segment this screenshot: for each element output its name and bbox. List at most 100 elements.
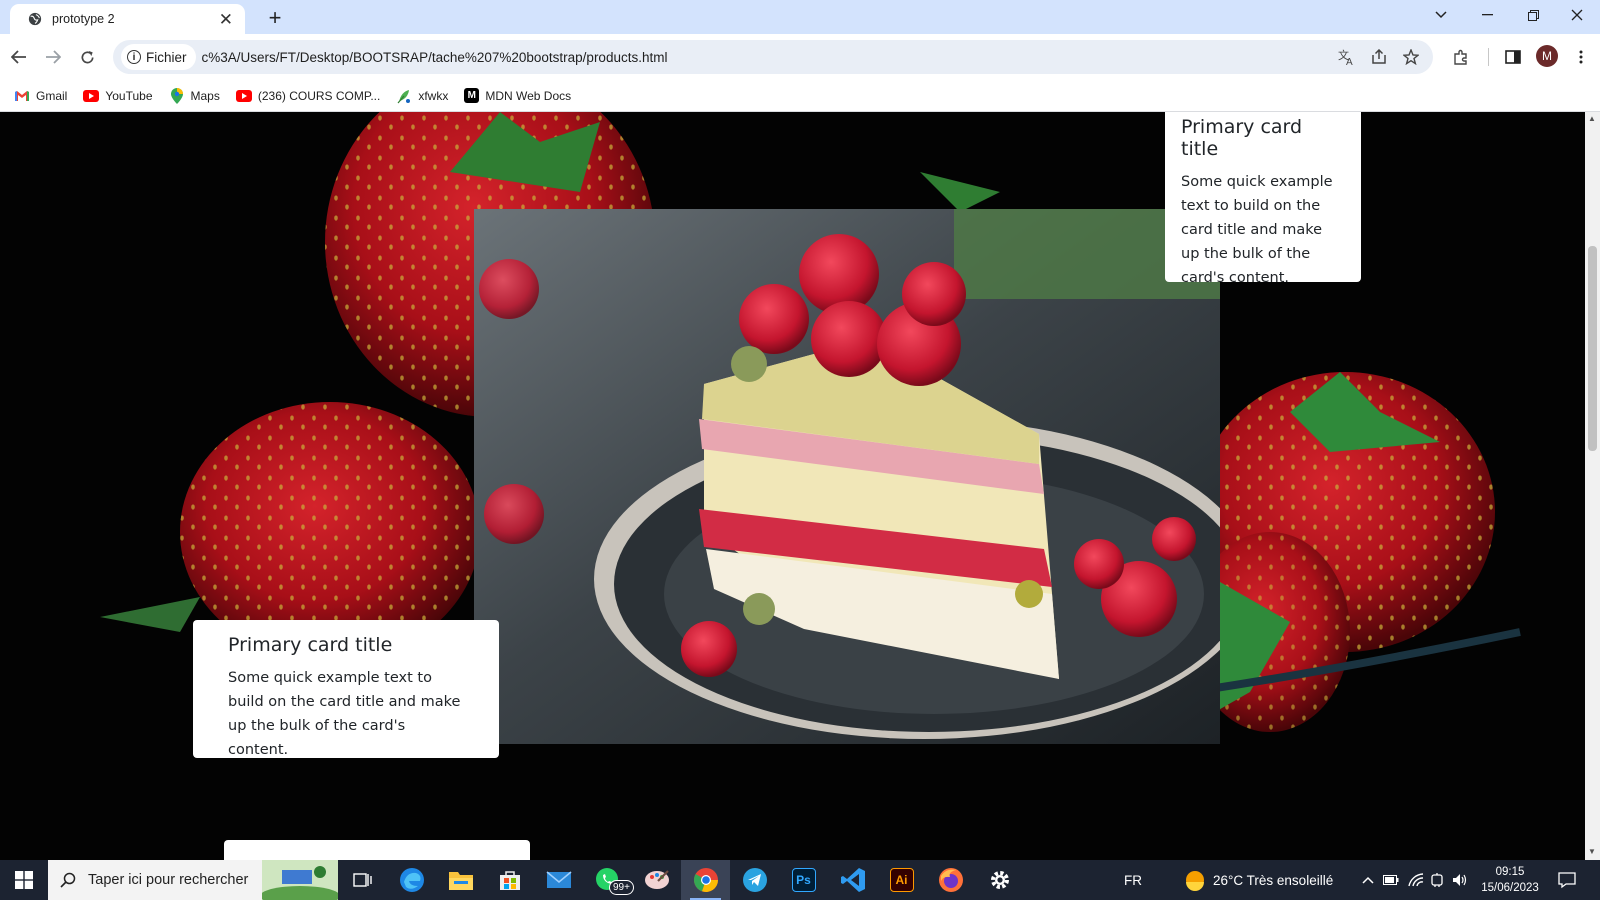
bookmark-cours[interactable]: (236) COURS COMP... xyxy=(235,88,381,103)
bookmark-label: YouTube xyxy=(105,88,153,103)
battery-icon[interactable] xyxy=(1383,860,1399,900)
browser-tab[interactable]: prototype 2 ✕ xyxy=(10,4,245,34)
volume-icon[interactable] xyxy=(1452,860,1468,900)
gear-icon xyxy=(990,871,1009,889)
toolbar-divider xyxy=(1488,48,1489,66)
new-tab-button[interactable]: + xyxy=(262,5,288,31)
raspberry-cake-image xyxy=(474,209,1220,744)
device-icon[interactable] xyxy=(1430,860,1444,900)
windows-taskbar: Taper ici pour rechercher 99+ Ps Ai FR 2… xyxy=(0,860,1600,900)
product-card: Primary card title Some quick example te… xyxy=(193,620,499,758)
language-indicator[interactable]: FR xyxy=(1124,860,1142,900)
folder-icon xyxy=(448,872,473,890)
bookmarks-bar: Gmail YouTube Maps (236) COURS COMP... x… xyxy=(0,80,1600,112)
photoshop-icon: Ps xyxy=(791,868,816,892)
taskbar-clock[interactable]: 09:15 15/06/2023 xyxy=(1478,864,1542,896)
close-window-icon[interactable] xyxy=(1554,0,1600,30)
bookmark-mdn[interactable]: M MDN Web Docs xyxy=(464,88,571,103)
card-title: Primary card title xyxy=(228,634,393,656)
site-info-chip[interactable]: i Fichier xyxy=(121,44,196,70)
taskbar-telegram[interactable] xyxy=(730,860,779,900)
vscode-icon xyxy=(840,868,865,892)
youtube-icon xyxy=(83,89,100,103)
taskbar-whatsapp[interactable]: 99+ xyxy=(583,860,634,900)
bookmark-xfwkx[interactable]: xfwkx xyxy=(396,89,448,103)
bookmark-label: xfwkx xyxy=(418,88,449,103)
product-card xyxy=(224,840,530,860)
leaf-icon xyxy=(396,89,412,103)
wifi-icon[interactable] xyxy=(1408,860,1424,900)
security-label: Fichier xyxy=(146,49,187,65)
taskbar-vscode[interactable] xyxy=(828,860,877,900)
taskbar-illustrator[interactable]: Ai xyxy=(877,860,926,900)
weather-widget[interactable]: 26°C Très ensoleillé xyxy=(1184,860,1333,900)
taskbar-photoshop[interactable]: Ps xyxy=(779,860,828,900)
taskbar-mail[interactable] xyxy=(534,860,583,900)
notifications-icon[interactable] xyxy=(1558,860,1576,900)
edge-icon xyxy=(399,868,424,892)
page-scrollbar[interactable]: ▲ ▼ xyxy=(1585,112,1600,860)
scroll-down-arrow-icon[interactable]: ▼ xyxy=(1588,847,1596,856)
gmail-icon xyxy=(14,89,30,103)
sunny-weather-icon xyxy=(1186,871,1204,891)
taskbar-chrome[interactable] xyxy=(681,860,730,900)
weather-text: 26°C Très ensoleillé xyxy=(1213,872,1334,888)
taskbar-settings[interactable] xyxy=(975,860,1024,900)
svg-text:A: A xyxy=(1346,57,1353,66)
extensions-icon[interactable] xyxy=(1448,44,1474,70)
taskbar-search-box[interactable]: Taper ici pour rechercher xyxy=(48,860,338,900)
card-title: Primary card title xyxy=(1181,116,1303,160)
mdn-icon: M xyxy=(464,88,480,103)
bookmark-maps[interactable]: Maps xyxy=(169,87,220,104)
search-highlight-illustration xyxy=(262,860,338,900)
taskbar-edge[interactable] xyxy=(387,860,436,900)
taskbar-firefox[interactable] xyxy=(926,860,975,900)
clock-date: 15/06/2023 xyxy=(1481,882,1539,894)
search-placeholder: Taper ici pour rechercher xyxy=(88,872,249,888)
browser-toolbar: i Fichier c%3A/Users/FT/Desktop/BOOTSRAP… xyxy=(0,34,1600,80)
back-arrow-icon[interactable] xyxy=(6,44,32,70)
search-icon xyxy=(60,872,76,888)
taskbar-paint[interactable] xyxy=(632,860,681,900)
forward-arrow-icon[interactable] xyxy=(40,44,66,70)
info-icon: i xyxy=(127,50,141,64)
reload-icon[interactable] xyxy=(74,44,100,70)
scrollbar-thumb[interactable] xyxy=(1588,246,1597,451)
minimize-icon[interactable] xyxy=(1464,0,1510,30)
taskbar-file-explorer[interactable] xyxy=(436,860,485,900)
share-icon[interactable] xyxy=(1367,45,1391,69)
store-icon xyxy=(499,871,520,890)
taskbar-microsoft-store[interactable] xyxy=(485,860,534,900)
windows-start-button[interactable] xyxy=(0,860,48,900)
translate-icon[interactable]: 文A xyxy=(1335,45,1359,69)
bookmark-youtube[interactable]: YouTube xyxy=(83,88,153,103)
close-tab-icon[interactable]: ✕ xyxy=(219,11,233,28)
card-text: Some quick example text to build on the … xyxy=(1181,174,1333,286)
bookmark-label: (236) COURS COMP... xyxy=(257,88,381,103)
clock-time: 09:15 xyxy=(1495,866,1525,878)
chevron-down-icon[interactable] xyxy=(1418,0,1464,30)
card-text: Some quick example text to build on the … xyxy=(228,670,461,758)
telegram-icon xyxy=(742,868,767,892)
star-bookmark-icon[interactable] xyxy=(1399,45,1423,69)
address-bar[interactable]: i Fichier c%3A/Users/FT/Desktop/BOOTSRAP… xyxy=(113,40,1433,74)
task-view-icon xyxy=(352,873,372,887)
bookmark-label: Gmail xyxy=(36,88,68,103)
restore-icon[interactable] xyxy=(1510,0,1556,30)
bookmark-gmail[interactable]: Gmail xyxy=(14,89,67,103)
bookmark-label: Maps xyxy=(190,88,220,103)
profile-avatar[interactable]: M xyxy=(1536,45,1558,67)
url-text[interactable]: c%3A/Users/FT/Desktop/BOOTSRAP/tache%207… xyxy=(202,50,668,65)
mail-icon xyxy=(545,871,572,888)
scroll-up-arrow-icon[interactable]: ▲ xyxy=(1588,114,1596,123)
chrome-icon xyxy=(693,868,718,892)
menu-kebab-icon[interactable] xyxy=(1568,44,1594,70)
product-card: Primary card title Some quick example te… xyxy=(1165,112,1361,286)
paint-palette-icon xyxy=(644,870,669,889)
taskbar-task-view[interactable] xyxy=(338,860,387,900)
side-panel-icon[interactable] xyxy=(1500,44,1526,70)
whatsapp-badge: 99+ xyxy=(609,880,634,895)
show-hidden-icons-chevron-icon[interactable] xyxy=(1362,860,1374,900)
bookmark-label: MDN Web Docs xyxy=(485,88,572,103)
firefox-icon xyxy=(938,868,963,892)
